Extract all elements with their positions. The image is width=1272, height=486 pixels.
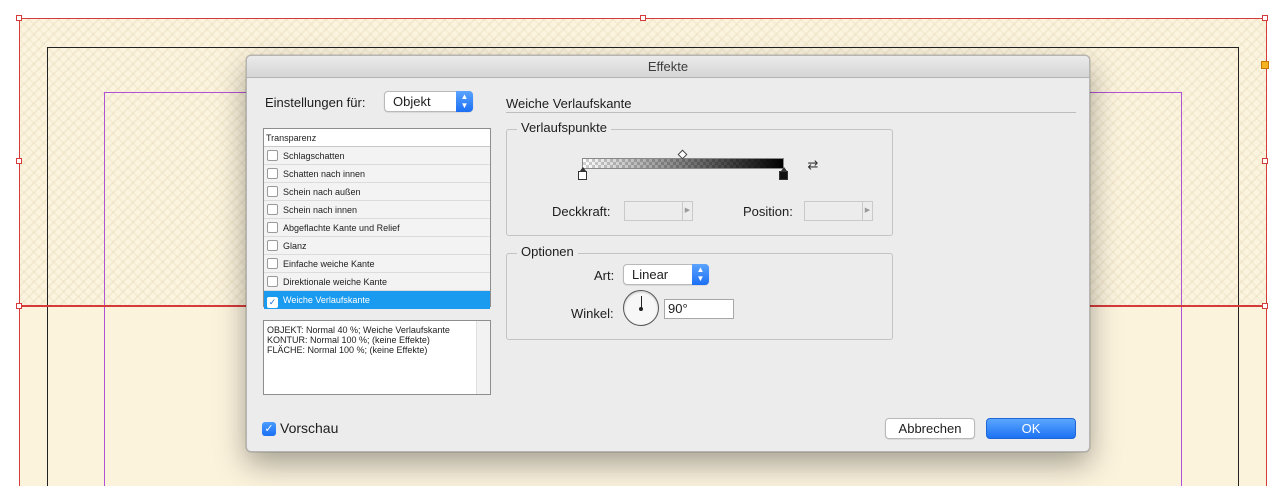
preview-checkbox[interactable]: ✓ — [262, 422, 276, 436]
options-group: Optionen Art: Linear ▲ ▼ Winkel: 90° — [506, 244, 893, 340]
angle-value: 90° — [668, 301, 688, 316]
effect-item-directional-feather[interactable]: Direktionale weiche Kante — [264, 273, 490, 291]
effect-item-label: Direktionale weiche Kante — [283, 277, 388, 287]
position-arrow-icon[interactable]: ▶ — [862, 202, 872, 220]
effect-checkbox-checked[interactable]: ✓ — [267, 297, 278, 308]
type-popup[interactable]: Linear ▲ ▼ — [623, 264, 709, 285]
effect-item-label: Weiche Verlaufskante — [283, 295, 370, 305]
dialog-title: Effekte — [247, 56, 1089, 78]
type-label: Art: — [594, 268, 615, 283]
effect-checkbox[interactable] — [267, 204, 278, 215]
opacity-field[interactable]: ▶ — [624, 201, 693, 221]
settings-for-popup[interactable]: Objekt ▲ ▼ — [384, 91, 473, 112]
effect-item-bevel-emboss[interactable]: Abgeflachte Kante und Relief — [264, 219, 490, 237]
angle-field[interactable]: 90° — [664, 299, 734, 319]
position-field[interactable]: ▶ — [804, 201, 873, 221]
angle-dial[interactable] — [623, 290, 659, 326]
effects-list[interactable]: Transparenz Schlagschatten Schatten nach… — [263, 128, 491, 309]
ok-button[interactable]: OK — [986, 418, 1076, 439]
gradient-stop-start[interactable] — [578, 167, 587, 180]
object-frame-edge-left — [19, 306, 20, 486]
selection-handle-bottom-right[interactable] — [1262, 303, 1268, 309]
reverse-gradient-icon[interactable]: ⇄ — [804, 157, 822, 173]
effect-item-label: Einfache weiche Kante — [283, 259, 375, 269]
selection-handle-middle-right[interactable] — [1262, 158, 1268, 164]
effect-checkbox[interactable] — [267, 168, 278, 179]
opacity-arrow-icon[interactable]: ▶ — [682, 202, 692, 220]
effect-item-outer-glow[interactable]: Schein nach außen — [264, 183, 490, 201]
effect-checkbox[interactable] — [267, 150, 278, 161]
selection-handle-top-left[interactable] — [16, 15, 22, 21]
options-legend: Optionen — [517, 244, 578, 259]
effect-item-label: Schatten nach innen — [283, 169, 366, 179]
popup-chevron-icon: ▲ ▼ — [692, 264, 709, 285]
effects-summary: OBJEKT: Normal 40 %; Weiche Verlaufskant… — [263, 320, 491, 395]
effect-item-label: Transparenz — [266, 133, 317, 143]
selection-handle-top-center[interactable] — [640, 15, 646, 21]
summary-scrollbar[interactable] — [476, 321, 490, 394]
effect-item-label: Schein nach außen — [283, 187, 361, 197]
selection-handle-top-right[interactable] — [1262, 15, 1268, 21]
effect-checkbox[interactable] — [267, 258, 278, 269]
effect-item-label: Abgeflachte Kante und Relief — [283, 223, 400, 233]
gradient-stops-legend: Verlaufspunkte — [517, 120, 612, 135]
type-value: Linear — [632, 267, 669, 282]
preview-label: Vorschau — [280, 420, 339, 436]
effect-item-inner-glow[interactable]: Schein nach innen — [264, 201, 490, 219]
object-frame-edge-right — [1266, 306, 1267, 486]
effect-item-satin[interactable]: Glanz — [264, 237, 490, 255]
settings-for-label: Einstellungen für: — [265, 95, 366, 110]
effect-item-label: Glanz — [283, 241, 307, 251]
effect-item-gradient-feather[interactable]: ✓ Weiche Verlaufskante — [264, 291, 490, 309]
angle-dial-center — [639, 307, 643, 311]
selection-handle-middle-left[interactable] — [16, 158, 22, 164]
summary-line-stroke: KONTUR: Normal 100 %; (keine Effekte) — [267, 335, 430, 345]
effect-checkbox[interactable] — [267, 240, 278, 251]
summary-line-object: OBJEKT: Normal 40 %; Weiche Verlaufskant… — [267, 325, 450, 335]
effect-item-drop-shadow[interactable]: Schlagschatten — [264, 147, 490, 165]
cancel-button[interactable]: Abbrechen — [885, 418, 975, 439]
effect-item-label: Schein nach innen — [283, 205, 358, 215]
position-label: Position: — [743, 204, 793, 219]
effect-item-transparency[interactable]: Transparenz — [264, 129, 490, 147]
effect-checkbox[interactable] — [267, 222, 278, 233]
gradient-ramp[interactable] — [582, 158, 784, 169]
summary-line-fill: FLÄCHE: Normal 100 %; (keine Effekte) — [267, 345, 428, 355]
effect-section-title: Weiche Verlaufskante — [506, 96, 632, 111]
opacity-label: Deckkraft: — [552, 204, 611, 219]
effect-item-inner-shadow[interactable]: Schatten nach innen — [264, 165, 490, 183]
angle-label: Winkel: — [571, 306, 614, 321]
effect-item-label: Schlagschatten — [283, 151, 345, 161]
corner-option-handle[interactable] — [1261, 61, 1269, 69]
effect-item-basic-feather[interactable]: Einfache weiche Kante — [264, 255, 490, 273]
gradient-stops-group: Verlaufspunkte ⇄ Deckkraft: ▶ Position: … — [506, 120, 893, 236]
section-divider — [506, 112, 1076, 113]
settings-for-value: Objekt — [393, 94, 431, 109]
popup-chevron-icon: ▲ ▼ — [456, 91, 473, 112]
gradient-stop-end[interactable] — [779, 167, 788, 180]
effect-checkbox[interactable] — [267, 186, 278, 197]
effect-checkbox[interactable] — [267, 276, 278, 287]
effects-dialog: Effekte Einstellungen für: Objekt ▲ ▼ Wei… — [246, 55, 1090, 452]
selection-handle-bottom-left[interactable] — [16, 303, 22, 309]
